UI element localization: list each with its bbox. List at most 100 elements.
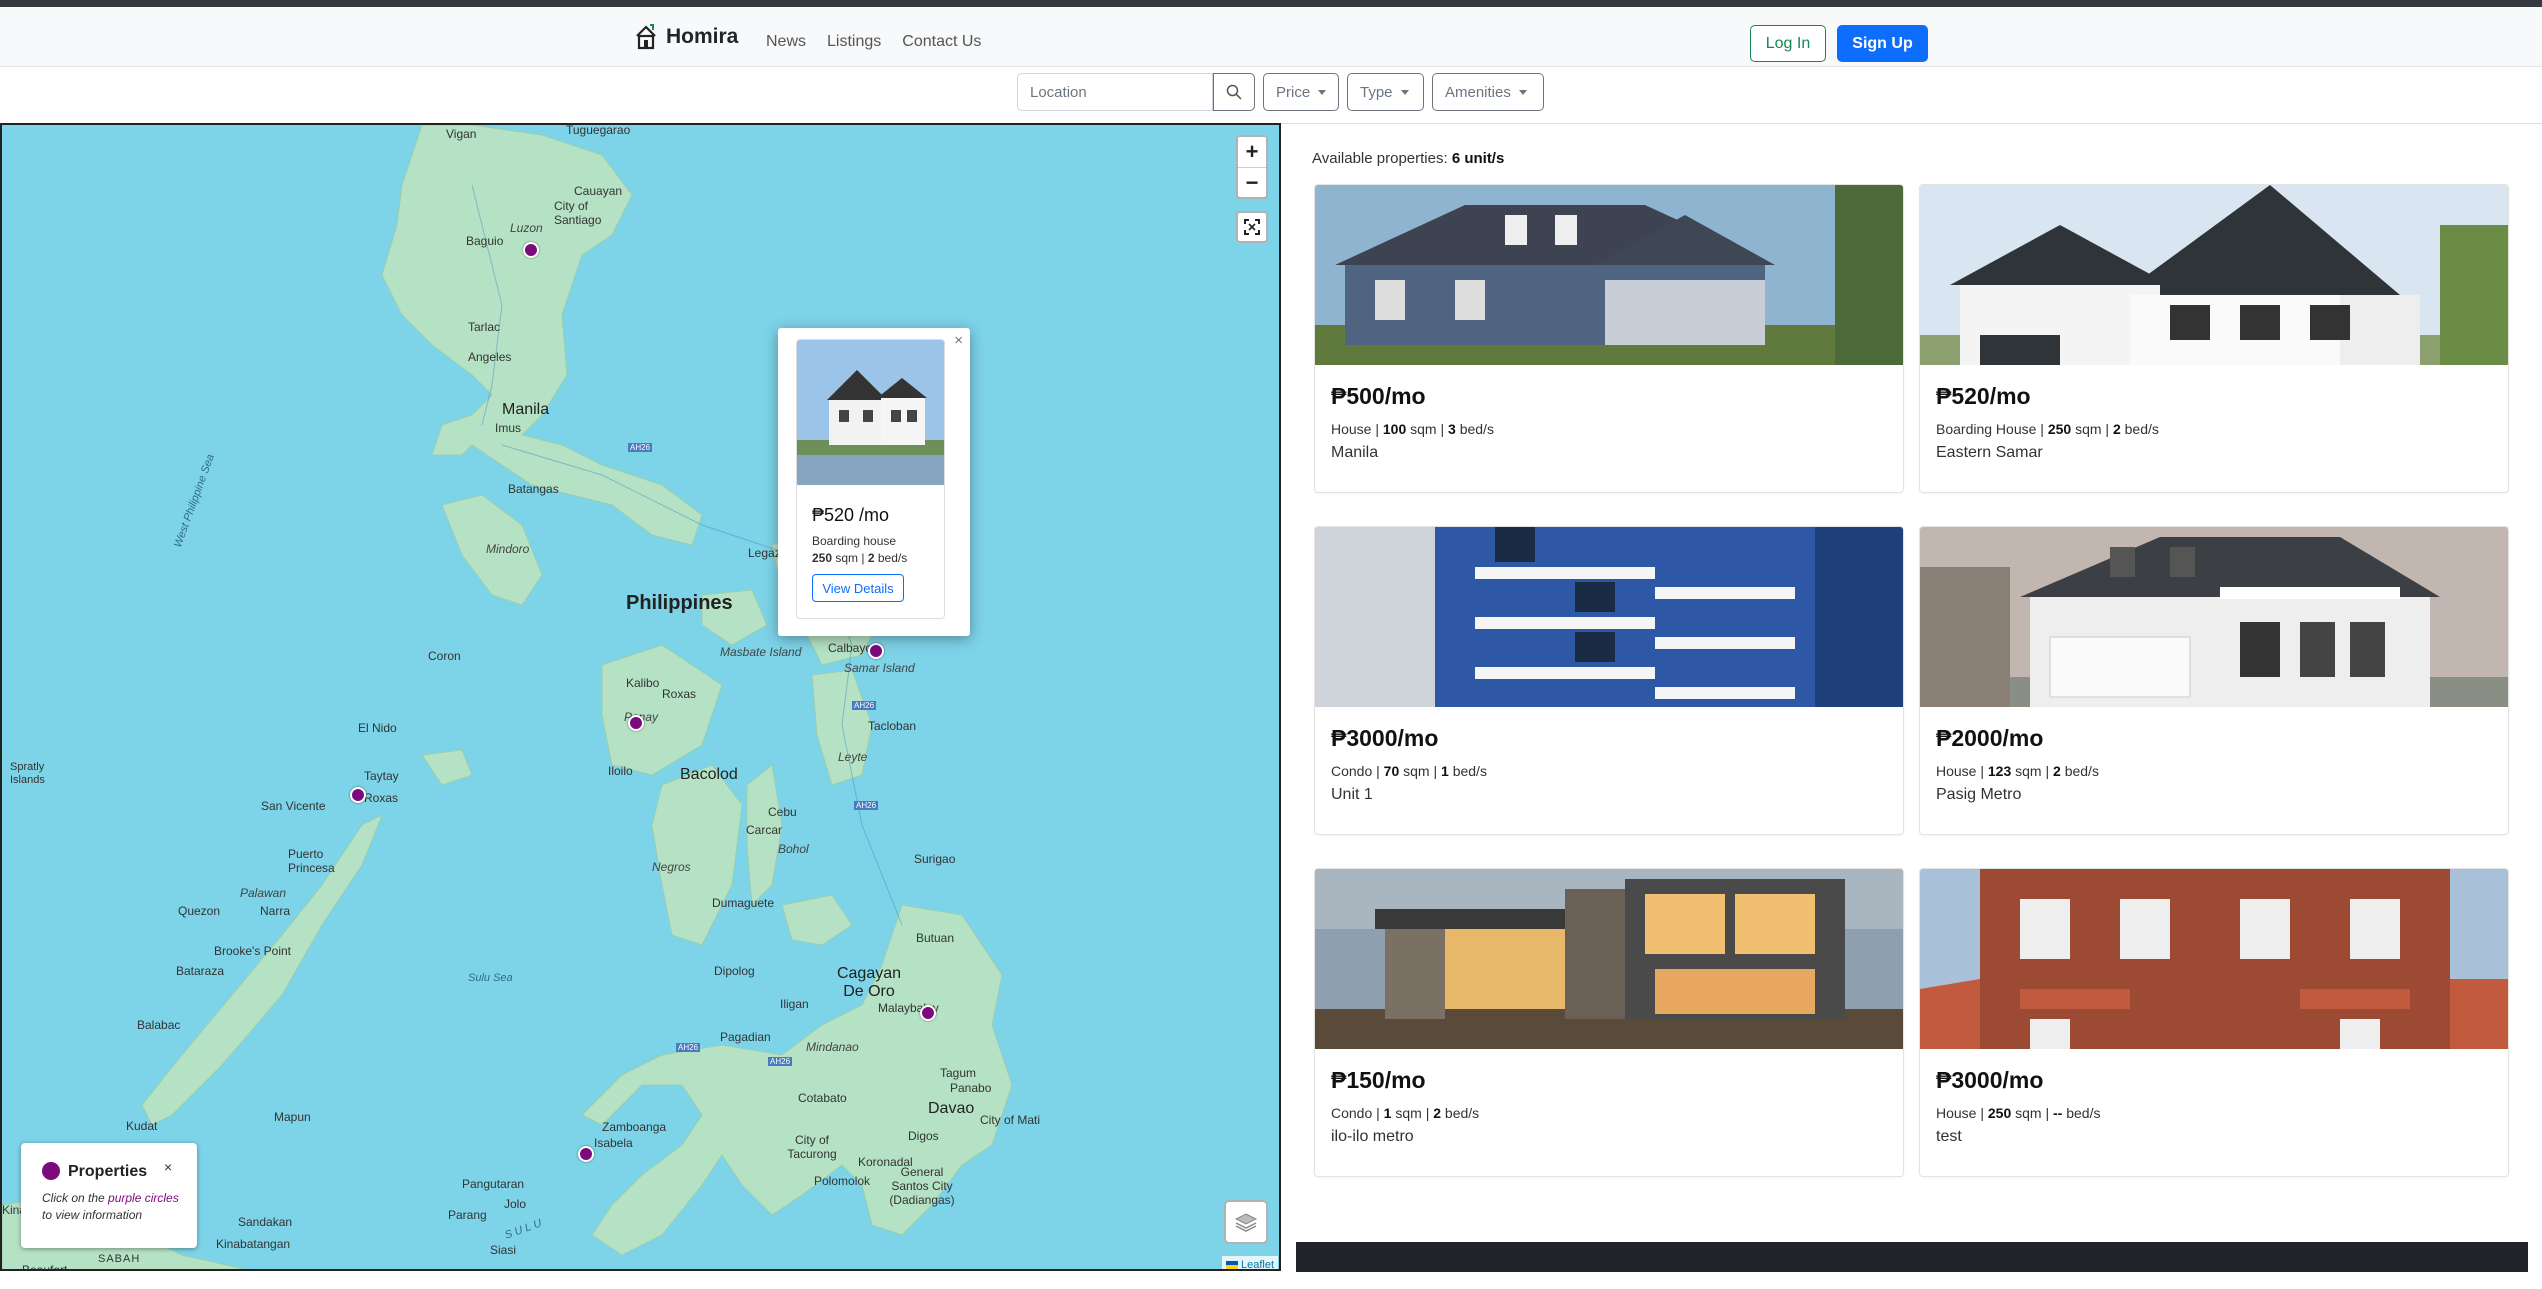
view-details-button[interactable]: View Details bbox=[812, 574, 904, 602]
map-label-philippines: Philippines bbox=[626, 592, 733, 614]
property-price: ₱150/mo bbox=[1331, 1067, 1426, 1093]
map-label-jolo: Jolo bbox=[504, 1197, 527, 1211]
legend-close-button[interactable]: × bbox=[164, 1159, 172, 1175]
zoom-in-button[interactable]: + bbox=[1238, 137, 1266, 168]
map-label-roxas: Roxas bbox=[662, 687, 697, 701]
map-label-isabela: Isabela bbox=[594, 1136, 633, 1150]
available-count: 6 unit/s bbox=[1451, 150, 1505, 167]
zoom-out-button[interactable]: − bbox=[1238, 168, 1266, 198]
property-marker[interactable] bbox=[868, 643, 884, 659]
beds-unit: bed/s bbox=[1452, 763, 1487, 779]
property-card[interactable]: ₱520/mo Boarding House | 250 sqm | 2 bed/… bbox=[1919, 184, 2509, 493]
popup-meta: 250 sqm | 2 bed/s bbox=[812, 551, 907, 565]
footer bbox=[1296, 1242, 2528, 1272]
property-location: ilo-ilo metro bbox=[1331, 1128, 1414, 1145]
map-label-luzon: Luzon bbox=[510, 221, 543, 235]
property-card[interactable]: ₱500/mo House | 100 sqm | 3 bed/s Manila bbox=[1314, 184, 1904, 493]
property-type: Condo | bbox=[1331, 1105, 1380, 1121]
property-sqm: 70 bbox=[1383, 763, 1400, 779]
property-type: Boarding House | bbox=[1936, 421, 2044, 437]
location-input[interactable]: Location bbox=[1017, 73, 1213, 111]
nav-link-news[interactable]: News bbox=[766, 33, 806, 51]
map-label-cagayan-de-oro: Cagayan De Oro bbox=[836, 965, 902, 1000]
map-label-batangas: Batangas bbox=[508, 482, 559, 496]
leaflet-flag-icon bbox=[1226, 1260, 1238, 1269]
type-dropdown[interactable]: Type bbox=[1347, 73, 1424, 111]
search-button[interactable] bbox=[1213, 73, 1255, 111]
map-label-spratly: Spratly Islands bbox=[10, 761, 45, 786]
popup-close-button[interactable]: × bbox=[954, 332, 963, 349]
beds-unit: bed/s bbox=[2064, 763, 2099, 779]
property-marker[interactable] bbox=[578, 1146, 594, 1162]
property-card[interactable]: ₱3000/mo House | 250 sqm | -- bed/s test bbox=[1919, 868, 2509, 1177]
property-meta: House | 250 sqm | -- bed/s bbox=[1936, 1105, 2100, 1121]
amenities-dropdown[interactable]: Amenities bbox=[1432, 73, 1544, 111]
property-sqm: 250 bbox=[2047, 421, 2072, 437]
map-label-tacloban: Tacloban bbox=[868, 719, 917, 733]
property-meta: Boarding House | 250 sqm | 2 bed/s bbox=[1936, 421, 2159, 437]
property-card[interactable]: ₱3000/mo Condo | 70 sqm | 1 bed/s Unit 1 bbox=[1314, 526, 1904, 835]
price-dropdown[interactable]: Price bbox=[1263, 73, 1339, 111]
beds-unit: bed/s bbox=[2066, 1105, 2101, 1121]
legend-hint: Click on the purple circles to view info… bbox=[42, 1190, 192, 1224]
property-location: Eastern Samar bbox=[1936, 444, 2043, 461]
nav-link-listings[interactable]: Listings bbox=[827, 33, 881, 51]
map-label-balabac: Balabac bbox=[137, 1018, 181, 1032]
beds-unit: bed/s bbox=[2124, 421, 2159, 437]
map[interactable]: Vigan Tuguegarao Cauayan City of Santiag… bbox=[0, 123, 1281, 1271]
property-marker[interactable] bbox=[628, 715, 644, 731]
property-marker[interactable] bbox=[523, 242, 539, 258]
sign-up-button[interactable]: Sign Up bbox=[1837, 25, 1928, 62]
map-attribution[interactable]: Leaflet bbox=[1222, 1256, 1279, 1270]
map-label-tuguegarao: Tuguegarao bbox=[566, 123, 631, 137]
property-price: ₱3000/mo bbox=[1936, 1067, 2044, 1093]
map-label-sandakan: Sandakan bbox=[238, 1215, 293, 1229]
map-label-dumaguete: Dumaguete bbox=[712, 896, 775, 910]
map-label-surigao: Surigao bbox=[914, 852, 956, 866]
property-price: ₱520/mo bbox=[1936, 383, 2031, 409]
log-in-button[interactable]: Log In bbox=[1750, 25, 1826, 62]
property-location: Pasig Metro bbox=[1936, 786, 2022, 803]
popup-beds: 2 bbox=[867, 551, 875, 565]
map-label-davao: Davao bbox=[928, 1100, 975, 1117]
map-label-digos: Digos bbox=[908, 1129, 939, 1143]
property-card[interactable]: ₱2000/mo House | 123 sqm | 2 bed/s Pasig M… bbox=[1919, 526, 2509, 835]
brand[interactable]: Homira bbox=[634, 23, 738, 51]
popup-card: ₱520 /mo Boarding house 250 sqm | 2 bed/… bbox=[796, 339, 945, 619]
map-label-quezon: Quezon bbox=[178, 904, 221, 918]
sqm-unit: sqm | bbox=[2075, 421, 2110, 437]
property-meta: Condo | 70 sqm | 1 bed/s bbox=[1331, 763, 1487, 779]
property-image bbox=[1920, 869, 2508, 1049]
property-beds: 2 bbox=[2053, 763, 2061, 779]
brand-name: Homira bbox=[666, 25, 739, 48]
navbar: Homira News Listings Contact Us Log In S… bbox=[0, 7, 2542, 67]
map-label-city-of-mati: City of Mati bbox=[980, 1113, 1041, 1127]
map-label-city-of-santiago: City of Santiago bbox=[554, 199, 602, 227]
map-label-coron: Coron bbox=[428, 649, 461, 663]
property-sqm: 1 bbox=[1383, 1105, 1392, 1121]
property-meta: House | 123 sqm | 2 bed/s bbox=[1936, 763, 2099, 779]
map-label-angeles: Angeles bbox=[468, 350, 512, 364]
map-label-kudat: Kudat bbox=[126, 1119, 158, 1133]
map-label-san-vicente: San Vicente bbox=[261, 799, 326, 813]
nav-link-contact-us[interactable]: Contact Us bbox=[902, 33, 981, 51]
property-type: Condo | bbox=[1331, 763, 1380, 779]
property-sqm: 250 bbox=[1987, 1105, 2012, 1121]
legend-title: Properties bbox=[68, 1163, 148, 1180]
property-card[interactable]: ₱150/mo Condo | 1 sqm | 2 bed/s ilo-ilo me… bbox=[1314, 868, 1904, 1177]
legend-hint-link: purple circles bbox=[108, 1191, 179, 1205]
property-marker[interactable] bbox=[920, 1005, 936, 1021]
layers-button[interactable] bbox=[1224, 1200, 1268, 1244]
beds-unit: bed/s bbox=[1444, 1105, 1480, 1121]
map-label-sabah: SABAH bbox=[98, 1253, 141, 1265]
map-label-siasi: Siasi bbox=[490, 1243, 517, 1257]
available-properties: Available properties: 6 unit/s bbox=[1312, 150, 1504, 167]
highway-badge: AH26 bbox=[768, 1057, 793, 1066]
property-marker[interactable] bbox=[350, 787, 366, 803]
fullscreen-icon bbox=[1244, 219, 1260, 235]
leaflet-attribution-link[interactable]: Leaflet bbox=[1241, 1259, 1274, 1270]
fullscreen-button[interactable] bbox=[1236, 211, 1268, 243]
map-label-cebu: Cebu bbox=[768, 805, 797, 819]
highway-badge: AH26 bbox=[676, 1043, 701, 1052]
property-beds: 3 bbox=[1448, 421, 1456, 437]
